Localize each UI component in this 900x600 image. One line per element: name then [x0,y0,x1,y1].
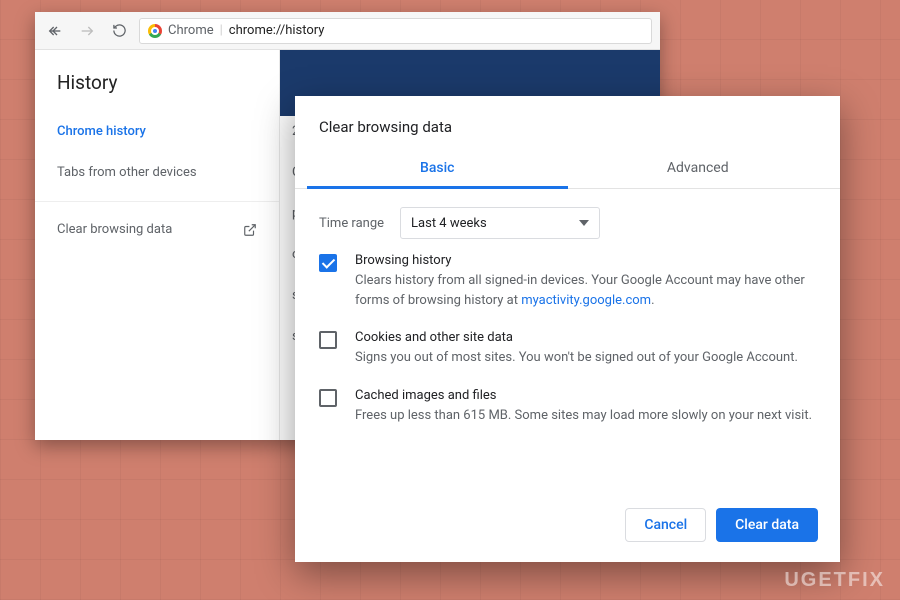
option-browsing-history: Browsing history Clears history from all… [319,253,816,310]
option-desc: Signs you out of most sites. You won't b… [355,348,798,368]
dialog-actions: Cancel Clear data [295,492,840,562]
clear-browsing-data-dialog: Clear browsing data Basic Advanced Time … [295,96,840,562]
browser-toolbar: Chrome | chrome://history [35,12,660,50]
option-desc: Frees up less than 615 MB. Some sites ma… [355,406,812,426]
option-cookies: Cookies and other site data Signs you ou… [319,330,816,368]
option-title: Browsing history [355,253,816,268]
sidebar-item-label: Tabs from other devices [57,165,197,180]
options-list: Browsing history Clears history from all… [295,245,840,425]
checkbox-cached[interactable] [319,389,337,407]
time-range-row: Time range Last 4 weeks [295,189,840,245]
sidebar-item-tabs-other-devices[interactable]: Tabs from other devices [35,152,279,193]
option-title: Cookies and other site data [355,330,798,345]
tab-advanced[interactable]: Advanced [568,150,829,188]
time-range-select[interactable]: Last 4 weeks [400,207,600,239]
omnibox-divider: | [220,23,223,38]
sidebar-item-clear-browsing-data[interactable]: Clear browsing data [35,201,279,250]
chevron-down-icon [579,220,589,226]
sidebar-item-chrome-history[interactable]: Chrome history [35,111,279,152]
option-desc: Clears history from all signed-in device… [355,271,816,310]
dialog-tabs: Basic Advanced [295,150,840,189]
option-cached: Cached images and files Frees up less th… [319,388,816,426]
cancel-button[interactable]: Cancel [625,508,706,542]
option-desc-text: . [651,293,654,308]
arrow-right-icon [79,23,95,39]
forward-button[interactable] [75,19,99,43]
time-range-value: Last 4 weeks [411,216,487,231]
sidebar-item-label: Chrome history [57,124,146,139]
sidebar-item-label: Clear browsing data [57,222,172,237]
history-sidebar: History Chrome history Tabs from other d… [35,50,280,440]
chrome-icon [148,24,162,38]
time-range-label: Time range [319,216,384,231]
tab-label: Advanced [667,160,729,176]
omnibox-chrome-label: Chrome [168,23,214,38]
button-label: Clear data [735,517,799,533]
dialog-title: Clear browsing data [295,96,840,150]
tab-label: Basic [420,160,454,176]
checkbox-browsing-history[interactable] [319,254,337,272]
omnibox-url: chrome://history [229,23,325,38]
watermark: UGETFIX [784,569,885,592]
tab-basic[interactable]: Basic [307,150,568,188]
back-button[interactable] [43,19,67,43]
arrow-left-icon [47,23,63,39]
page-title: History [35,50,279,111]
button-label: Cancel [644,517,687,533]
reload-button[interactable] [107,19,131,43]
clear-data-button[interactable]: Clear data [716,508,818,542]
myactivity-link[interactable]: myactivity.google.com [521,293,651,308]
open-in-new-icon [243,223,257,237]
checkbox-cookies[interactable] [319,331,337,349]
address-bar[interactable]: Chrome | chrome://history [139,18,652,44]
reload-icon [112,23,127,38]
option-title: Cached images and files [355,388,812,403]
